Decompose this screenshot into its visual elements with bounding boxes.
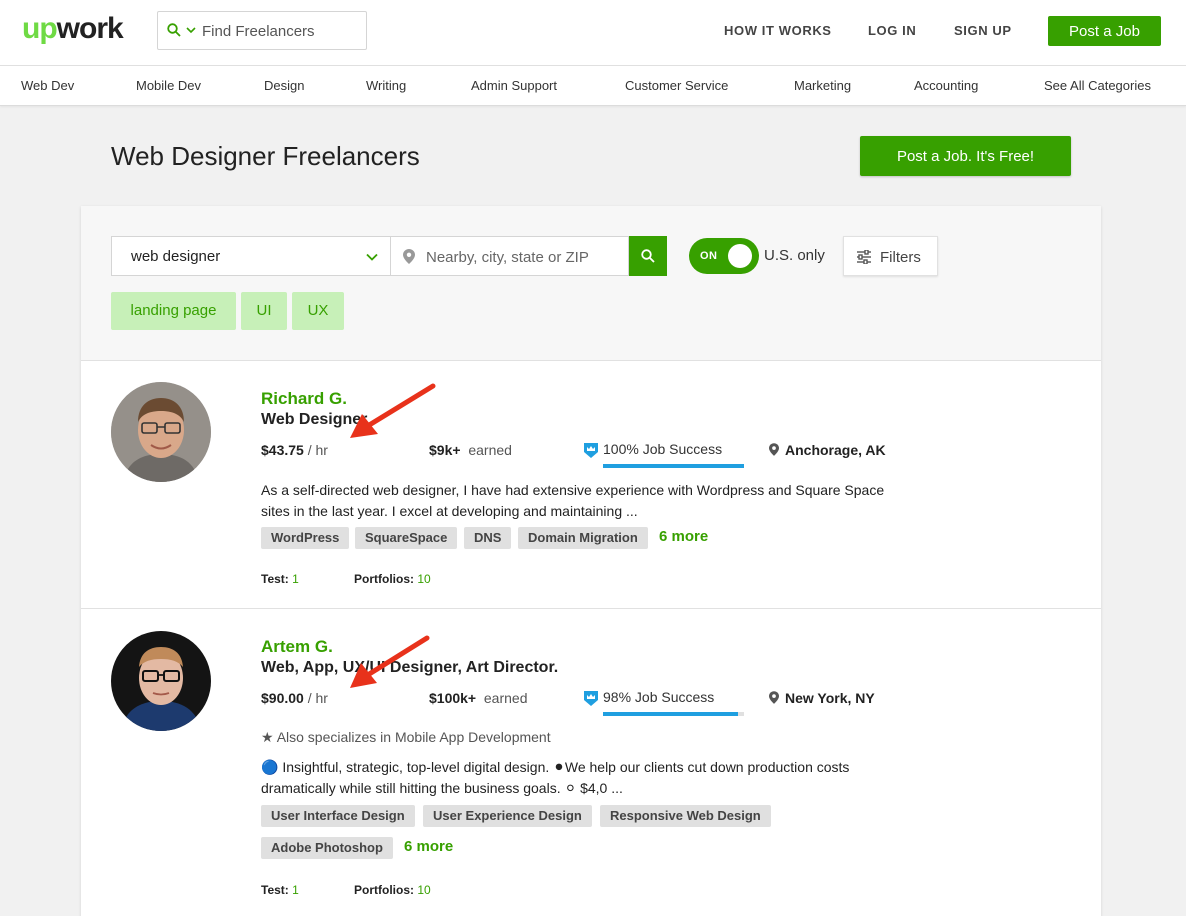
chip-ui[interactable]: UI [241,292,287,330]
map-pin-icon [403,249,415,264]
toggle-state-label: ON [700,250,718,262]
location-field[interactable] [391,236,629,276]
avatar[interactable] [111,382,211,482]
freelancer-name[interactable]: Artem G. [261,637,333,657]
annotation-arrow-icon [350,383,436,438]
filters-button[interactable]: Filters [843,236,938,276]
category-mobile-dev[interactable]: Mobile Dev [136,78,201,93]
search-filters-area: web designer ON U.S. only Filters landin… [81,206,1101,361]
freelancer-description: As a self-directed web designer, I have … [261,482,885,519]
skill-tag[interactable]: User Interface Design [261,805,415,827]
search-icon [641,249,655,263]
hourly-rate: $43.75 / hr [261,442,328,458]
page-title: Web Designer Freelancers [111,141,420,171]
find-freelancers-search[interactable] [157,11,367,50]
chip-landing-page[interactable]: landing page [111,292,236,330]
skill-tag[interactable]: Responsive Web Design [600,805,771,827]
category-customer-service[interactable]: Customer Service [625,78,728,93]
category-design[interactable]: Design [264,78,304,93]
toggle-knob [728,244,752,268]
search-input[interactable] [202,20,362,42]
results-card: web designer ON U.S. only Filters landin… [81,206,1101,916]
more-skills-link[interactable]: 6 more [659,528,708,545]
freelancer-row[interactable]: Artem G. Web, App, UX/UI Designer, Art D… [81,609,1101,916]
avatar[interactable] [111,631,211,731]
us-only-label: U.S. only [764,247,825,264]
tests-count: Test: 1 [261,572,299,586]
map-pin-icon [769,691,779,704]
post-job-button[interactable]: Post a Job [1048,16,1161,46]
filters-label: Filters [880,249,921,266]
category-admin-support[interactable]: Admin Support [471,78,557,93]
avatar-photo [111,382,211,482]
skill-tag[interactable]: Domain Migration [518,527,648,549]
annotation-arrow-icon [350,635,430,688]
category-web-dev[interactable]: Web Dev [21,78,74,93]
category-see-all[interactable]: See All Categories [1044,78,1151,93]
total-earned: $9k+ earned [429,442,512,458]
category-marketing[interactable]: Marketing [794,78,851,93]
upwork-logo[interactable]: upwork [22,12,124,46]
nav-log-in[interactable]: LOG IN [868,23,916,38]
search-icon [167,23,181,37]
skill-tag[interactable]: WordPress [261,527,350,549]
skill-tag[interactable]: User Experience Design [423,805,592,827]
category-writing[interactable]: Writing [366,78,406,93]
chevron-down-icon [366,253,378,261]
total-earned: $100k+ earned [429,690,528,706]
freelancer-name[interactable]: Richard G. [261,389,347,409]
nav-how-it-works[interactable]: HOW IT WORKS [724,23,832,38]
post-job-free-button[interactable]: Post a Job. It's Free! [860,136,1071,176]
job-success-bar [603,464,744,468]
skill-tag[interactable]: SquareSpace [355,527,458,549]
freelancer-description: 🔵 Insightful, strategic, top-level digit… [261,759,850,796]
crown-badge-icon [584,443,598,458]
tests-count: Test: 1 [261,883,299,897]
more-skills-link[interactable]: 6 more [404,838,453,855]
category-accounting[interactable]: Accounting [914,78,978,93]
location-input[interactable] [426,246,621,268]
skill-tag[interactable]: Adobe Photoshop [261,837,393,859]
crown-badge-icon [584,691,598,706]
specializes-note: ★ Also specializes in Mobile App Develop… [261,729,551,745]
top-header: upwork HOW IT WORKS LOG IN SIGN UP Post … [0,0,1186,66]
hourly-rate: $90.00 / hr [261,690,328,706]
skill-query-dropdown[interactable]: web designer [111,236,391,276]
search-button[interactable] [629,236,667,276]
avatar-photo [111,631,211,731]
nav-sign-up[interactable]: SIGN UP [954,23,1012,38]
skill-query-value: web designer [131,248,221,265]
chevron-down-icon[interactable] [185,24,197,36]
portfolios-count: Portfolios: 10 [354,883,431,897]
skill-tag[interactable]: DNS [464,527,512,549]
star-icon: ★ [261,729,274,745]
sliders-icon [857,250,871,264]
freelancer-row[interactable]: Richard G. Web Designer $43.75 / hr $9k+… [81,361,1101,609]
map-pin-icon [769,443,779,456]
us-only-toggle[interactable]: ON [689,238,759,274]
chip-ux[interactable]: UX [292,292,344,330]
portfolios-count: Portfolios: 10 [354,572,431,586]
category-bar: Web Dev Mobile Dev Design Writing Admin … [0,66,1186,106]
job-success-bar [603,712,744,716]
